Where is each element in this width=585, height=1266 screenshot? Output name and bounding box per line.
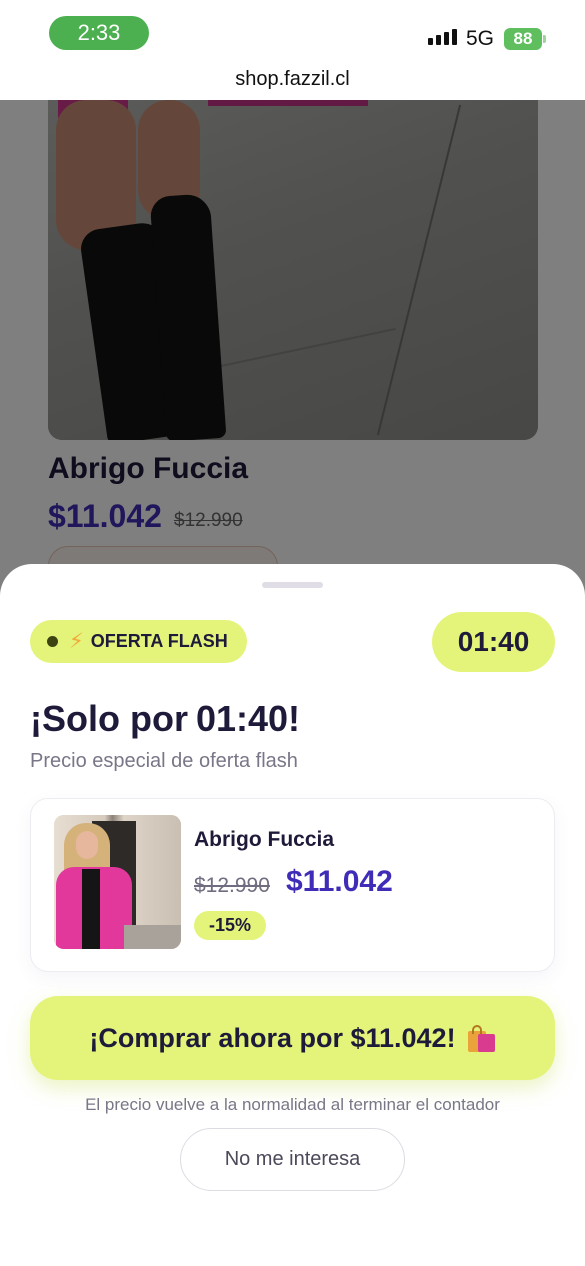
sheet-drag-handle[interactable]: [262, 582, 323, 588]
flash-offer-label: OFERTA FLASH: [90, 631, 228, 651]
headline-prefix: ¡Solo por: [30, 698, 188, 739]
flash-offer-sheet: ⚡ OFERTA FLASH 01:40 ¡Solo por 01:40! Pre…: [0, 564, 585, 1266]
lightning-icon: ⚡: [69, 630, 84, 653]
product-thumbnail: [54, 815, 181, 949]
buy-now-button[interactable]: ¡Comprar ahora por $11.042!: [30, 996, 555, 1080]
offer-product-card: Abrigo Fuccia $12.990 $11.042 -15%: [30, 798, 555, 972]
not-interested-button[interactable]: No me interesa: [180, 1128, 405, 1191]
offer-old-price: $12.990: [194, 874, 270, 897]
price-reset-note: El precio vuelve a la normalidad al term…: [85, 1095, 500, 1114]
battery-level: 88: [513, 29, 533, 48]
offer-price: $11.042: [286, 865, 393, 898]
live-dot-icon: [47, 636, 58, 647]
battery-icon: 88: [504, 28, 546, 50]
signal-icon: [428, 29, 457, 45]
headline-time: 01:40!: [195, 698, 301, 739]
flash-offer-badge: ⚡ OFERTA FLASH: [30, 620, 247, 663]
address-bar-url[interactable]: shop.fazzil.cl: [0, 68, 585, 91]
offer-subtitle: Precio especial de oferta flash: [30, 750, 298, 772]
shopping-bags-icon: [466, 1023, 496, 1053]
status-time: 2:33: [49, 16, 149, 50]
buy-now-label: ¡Comprar ahora por $11.042!: [89, 1022, 456, 1053]
countdown-timer: 01:40: [432, 612, 555, 672]
offer-headline: ¡Solo por 01:40!: [30, 698, 300, 740]
discount-badge: -15%: [194, 911, 266, 940]
offer-product-name: Abrigo Fuccia: [194, 828, 335, 851]
status-bar: 2:33 5G 88 shop.fazzil.cl: [0, 0, 585, 100]
network-type: 5G: [466, 27, 495, 50]
